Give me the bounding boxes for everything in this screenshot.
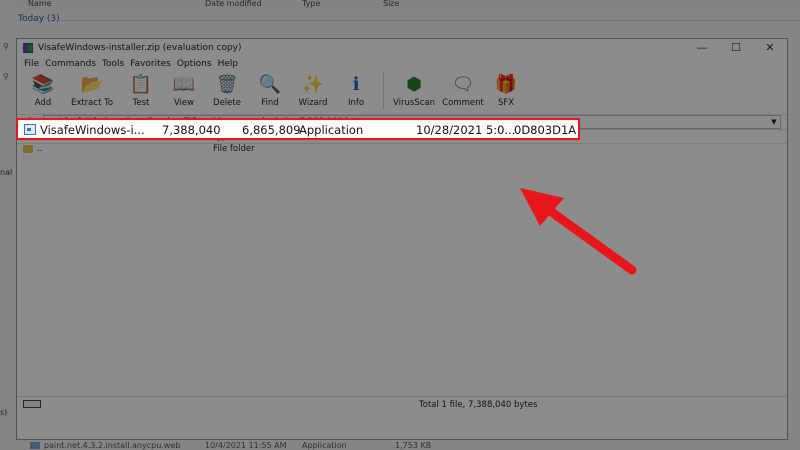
minimize-button[interactable]: — — [685, 39, 719, 57]
menu-bar: File Commands Tools Favorites Options He… — [17, 57, 787, 70]
bg-divider — [60, 20, 800, 21]
bg-col-name[interactable]: Name — [28, 0, 52, 8]
view-book-icon: 📖 — [172, 73, 196, 95]
toolbar-label: VirusScan — [393, 98, 435, 108]
virus-scan-icon: ⬢ — [406, 73, 422, 95]
application-file-icon — [24, 124, 36, 135]
folder-type: File folder — [213, 144, 255, 154]
status-text: Total 1 file, 7,388,040 bytes — [419, 400, 538, 410]
folder-name: .. — [37, 144, 43, 154]
file-row-highlighted[interactable]: VisafeWindows-i... 7,388,040 6,865,809 A… — [16, 118, 580, 140]
window-title: VisafeWindows-installer.zip (evaluation … — [38, 43, 242, 53]
bg-col-type[interactable]: Type — [302, 0, 320, 8]
add-archive-icon: 📚 — [31, 73, 55, 95]
bg-file-type: Application — [302, 441, 347, 450]
bg-side-label-2[interactable]: s) — [0, 408, 7, 417]
toolbar-comment-button[interactable]: 🗨 Comment — [442, 72, 484, 109]
magnifier-icon: 🔍 — [258, 73, 282, 95]
sfx-icon: 🎁 — [494, 73, 518, 95]
folder-icon — [23, 145, 33, 153]
toolbar-label: Find — [261, 98, 279, 108]
toolbar-view-button[interactable]: 📖 View — [164, 72, 204, 109]
file-size: 7,388,040 — [162, 123, 221, 137]
bg-col-date[interactable]: Date modified — [205, 0, 262, 8]
chevron-down-icon[interactable]: ▼ — [768, 118, 780, 126]
bg-column-header: Name Date modified Type Size — [0, 0, 800, 10]
winrar-logo-icon — [23, 43, 33, 53]
trash-icon: 🗑 — [215, 73, 239, 95]
toolbar-find-button[interactable]: 🔍 Find — [250, 72, 290, 109]
toolbar-label: Wizard — [298, 98, 328, 108]
menu-options[interactable]: Options — [174, 59, 215, 69]
bg-file-row[interactable]: paint.net.4.3.2.install.anycpu.web 10/4/… — [0, 440, 800, 450]
toolbar-label: View — [173, 98, 195, 108]
toolbar-info-button[interactable]: ℹ Info — [336, 72, 376, 109]
close-button[interactable]: ✕ — [753, 39, 787, 57]
bg-side-label[interactable]: nal — [0, 168, 12, 177]
toolbar-label: Test — [132, 98, 150, 108]
pin-icon: ⚲ — [3, 72, 9, 81]
winrar-window: VisafeWindows-installer.zip (evaluation … — [16, 38, 788, 440]
toolbar: 📚 Add 📂 Extract To 📋 Test 📖 View 🗑 Delete 🔍 Find ✨ Wi… — [17, 70, 787, 114]
file-type: Application — [299, 123, 364, 137]
toolbar-sfx-button[interactable]: 🎁 SFX — [486, 72, 526, 109]
keyboard-icon[interactable] — [23, 400, 41, 408]
toolbar-label: Delete — [213, 98, 241, 108]
toolbar-label: SFX — [497, 98, 515, 108]
menu-file[interactable]: File — [21, 59, 42, 69]
toolbar-label: Info — [347, 98, 365, 108]
file-packed: 6,865,809 — [242, 123, 301, 137]
menu-favorites[interactable]: Favorites — [127, 59, 174, 69]
pin-icon: ⚲ — [3, 42, 9, 51]
status-bar: Total 1 file, 7,388,040 bytes — [17, 396, 787, 412]
toolbar-wizard-button[interactable]: ✨ Wizard — [293, 72, 333, 109]
bg-sidebar: ⚲ ⚲ nal s) — [0, 0, 16, 450]
bg-file-size: 1,753 KB — [395, 441, 432, 450]
toolbar-add-button[interactable]: 📚 Add — [23, 72, 63, 109]
menu-commands[interactable]: Commands — [42, 59, 99, 69]
maximize-button[interactable]: ☐ — [719, 39, 753, 57]
toolbar-virusscan-button[interactable]: ⬢ VirusScan — [388, 72, 440, 109]
magic-wand-icon: ✨ — [301, 73, 325, 95]
toolbar-label: Add — [34, 98, 52, 108]
bg-col-size[interactable]: Size — [383, 0, 399, 8]
bg-file-date: 10/4/2021 11:55 AM — [205, 441, 287, 450]
menu-help[interactable]: Help — [215, 59, 242, 69]
file-crc32: 0D803D1A — [514, 123, 577, 137]
bg-file-name: paint.net.4.3.2.install.anycpu.web — [44, 441, 181, 450]
toolbar-separator — [383, 72, 384, 110]
arrow-shaft — [541, 203, 637, 275]
annotation-arrow-icon — [520, 188, 637, 275]
extract-folder-icon: 📂 — [80, 73, 104, 95]
folder-row[interactable]: .. File folder — [17, 144, 787, 155]
toolbar-label: Comment — [442, 98, 484, 108]
toolbar-extract-to-button[interactable]: 📂 Extract To — [66, 72, 118, 109]
menu-tools[interactable]: Tools — [99, 59, 127, 69]
test-checklist-icon: 📋 — [129, 73, 153, 95]
bg-group-today[interactable]: Today (3) — [18, 14, 60, 24]
info-icon: ℹ — [352, 73, 360, 95]
toolbar-delete-button[interactable]: 🗑 Delete — [207, 72, 247, 109]
toolbar-test-button[interactable]: 📋 Test — [121, 72, 161, 109]
toolbar-label: Extract To — [70, 98, 114, 108]
file-list: Name Size Packed Type Modified CRC32 .. … — [17, 130, 787, 412]
comment-icon: 🗨 — [451, 73, 475, 95]
title-bar[interactable]: VisafeWindows-installer.zip (evaluation … — [17, 39, 787, 57]
file-modified: 10/28/2021 5:0... — [416, 123, 516, 137]
file-name: VisafeWindows-i... — [40, 123, 145, 137]
file-icon — [30, 442, 40, 449]
